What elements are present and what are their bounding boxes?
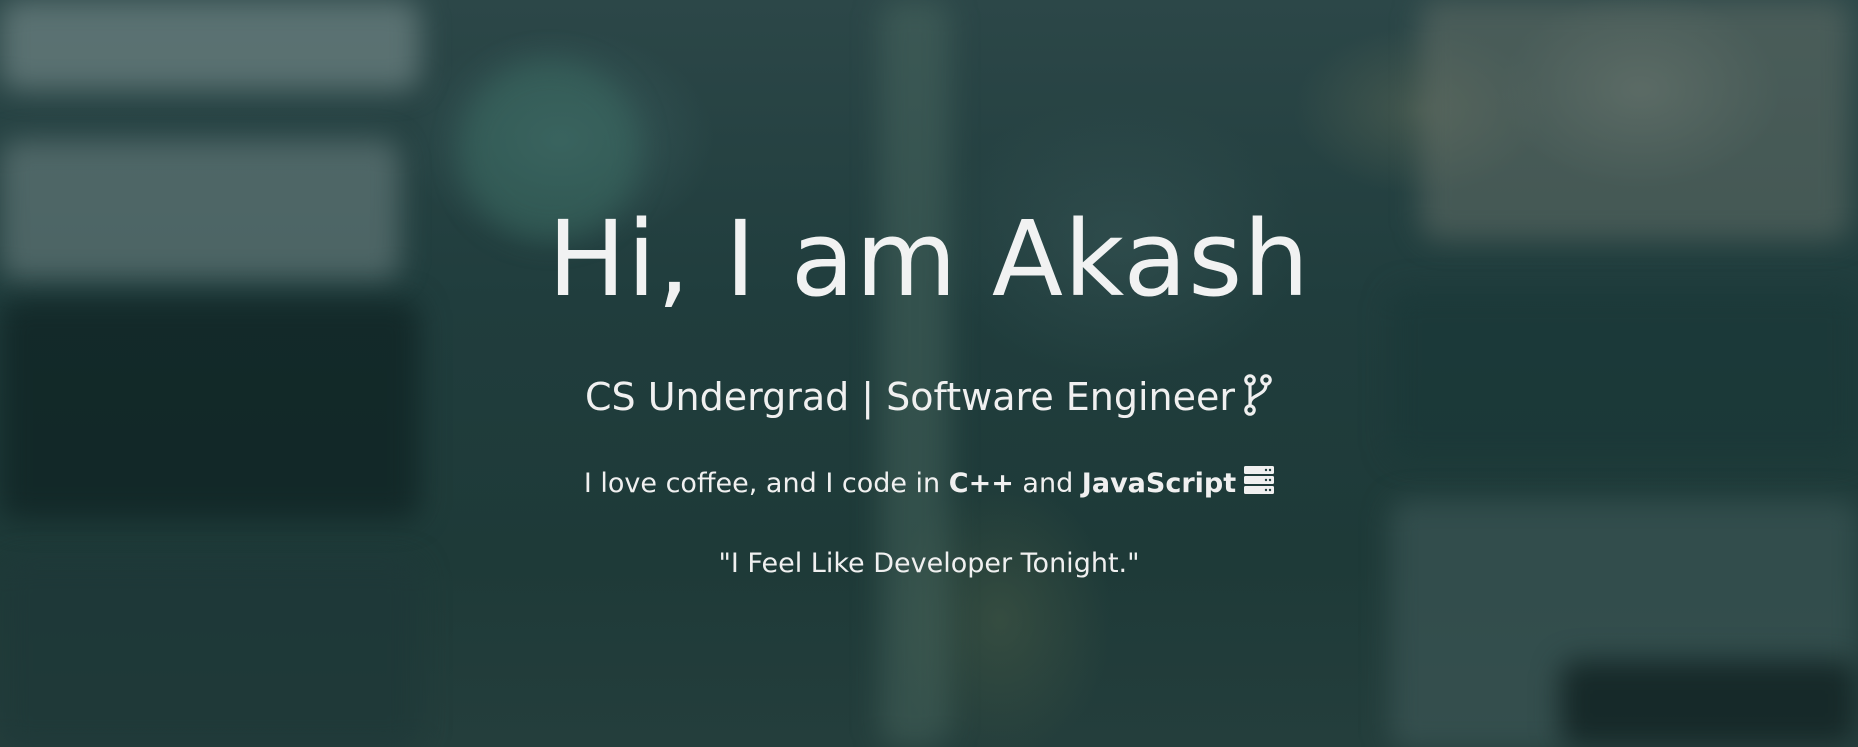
background-blur — [1560, 660, 1858, 747]
server-icon — [1244, 465, 1275, 494]
tagline-middle: and — [1013, 468, 1082, 499]
hero-tagline: I love coffee, and I code in C++ and Jav… — [0, 463, 1858, 505]
hero-subtitle: CS Undergrad | Software Engineer — [0, 370, 1858, 424]
tagline-language-cpp: C++ — [948, 468, 1014, 499]
tagline-language-javascript: JavaScript — [1081, 468, 1237, 499]
background-blur — [0, 560, 420, 747]
git-branch-icon — [1243, 373, 1273, 416]
tagline-prefix: I love coffee, and I code in — [583, 468, 949, 499]
background-blur — [0, 0, 420, 90]
hero-subtitle-text: CS Undergrad | Software Engineer — [584, 375, 1236, 419]
hero-section: Hi, I am Akash CS Undergrad | Software E… — [0, 0, 1858, 747]
hero-quote: "I Feel Like Developer Tonight." — [718, 548, 1140, 579]
hero-title: Hi, I am Akash — [547, 198, 1311, 320]
